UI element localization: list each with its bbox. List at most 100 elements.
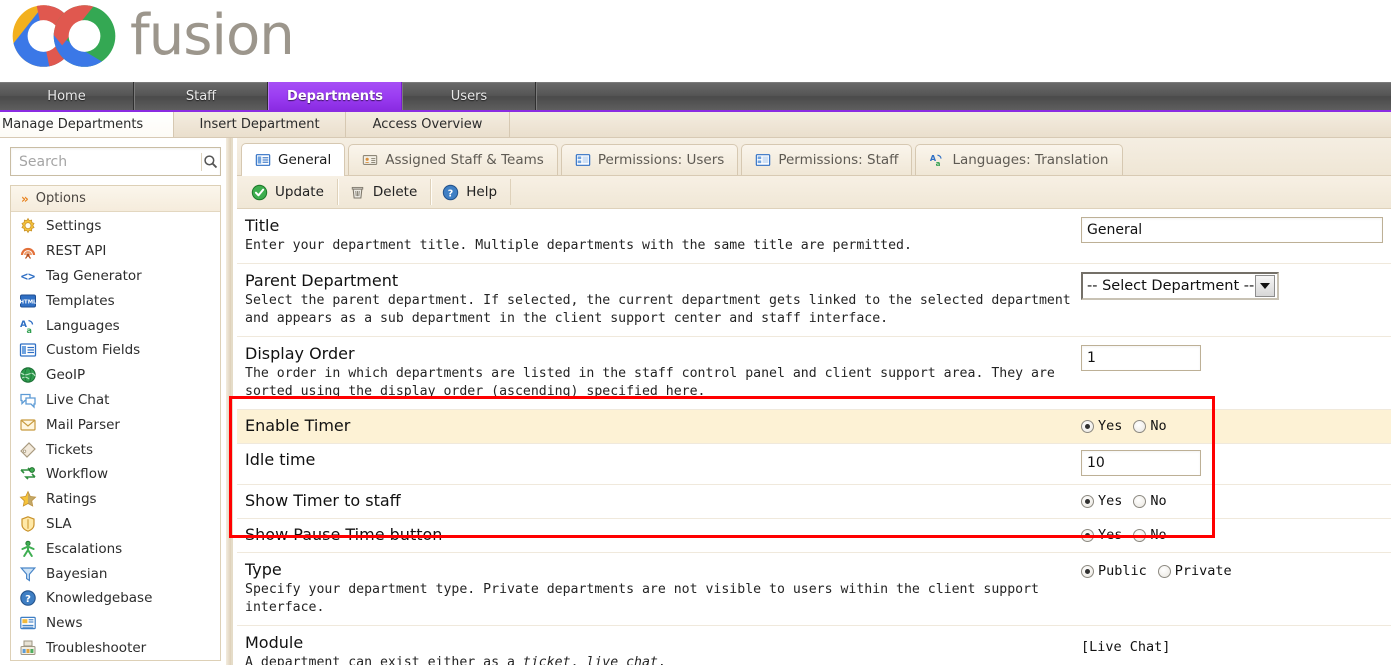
sidebar-item-tickets[interactable]: Tickets — [11, 437, 220, 462]
tab-languages-translation[interactable]: A a Languages: Translation — [915, 144, 1123, 175]
main-navigation: Home Staff Departments Users — [0, 82, 1391, 112]
field-label: Parent Department — [245, 271, 399, 290]
form-row-description: Show Pause Time button — [237, 519, 1081, 551]
idle-time-input[interactable] — [1081, 450, 1201, 476]
form-row-control: Public Private — [1081, 553, 1391, 587]
show-pause-yes[interactable]: Yes — [1081, 527, 1122, 543]
sidebar-item-mail-parser[interactable]: Mail Parser — [11, 412, 220, 437]
update-button-label: Update — [275, 184, 324, 200]
radio-unselected-icon — [1133, 419, 1147, 433]
chevron-down-icon[interactable] — [1255, 275, 1275, 297]
form-row-show-timer-to-staff: Show Timer to staff Yes No — [237, 485, 1391, 519]
subnav-item-insert-department[interactable]: Insert Department — [174, 112, 346, 137]
sidebar-item-label: SLA — [46, 515, 72, 532]
tab-assigned-staff-and-teams[interactable]: Assigned Staff & Teams — [348, 144, 558, 175]
options-panel-title: Options — [35, 191, 86, 206]
sidebar-item-bayesian[interactable]: Bayesian — [11, 561, 220, 586]
sidebar-item-tag-generator[interactable]: <> Tag Generator — [11, 264, 220, 289]
sidebar-item-label: Tickets — [46, 441, 93, 458]
field-help: A department can exist either as a ticke… — [245, 655, 666, 665]
action-toolbar: Update Delete ? Help — [237, 176, 1391, 209]
sidebar-item-live-chat[interactable]: Live Chat — [11, 388, 220, 413]
subnav-item-manage-departments[interactable]: Manage Departments — [0, 112, 174, 137]
field-label: Module — [245, 633, 304, 652]
sidebar-item-languages[interactable]: A a Languages — [11, 313, 220, 338]
form-row-idle-time: Idle time — [237, 444, 1391, 485]
update-button[interactable]: Update — [241, 179, 338, 205]
sidebar-item-escalations[interactable]: Escalations — [11, 536, 220, 561]
content-area: General Assigned Staff & Teams Permissio… — [229, 138, 1391, 665]
show-timer-no[interactable]: No — [1133, 493, 1167, 509]
form-row-show-pause-time-button: Show Pause Time button Yes No — [237, 519, 1391, 553]
title-input[interactable] — [1081, 217, 1383, 243]
rss-api-icon — [20, 248, 36, 260]
form-row-control — [1081, 337, 1391, 379]
nav-item-departments[interactable]: Departments — [268, 82, 402, 110]
sidebar-item-label: Ratings — [46, 491, 97, 508]
form-row-description: Display Order The order in which departm… — [237, 337, 1081, 409]
form-fields-icon — [19, 343, 37, 358]
form-row-title: Title Enter your department title. Multi… — [237, 209, 1391, 264]
form-row-control: -- Select Department -- — [1081, 264, 1391, 308]
nav-item-users[interactable]: Users — [402, 82, 536, 110]
radio-label: Private — [1174, 563, 1232, 579]
sidebar-item-settings[interactable]: Settings — [11, 214, 220, 239]
delete-button[interactable]: Delete — [337, 179, 432, 205]
show-timer-yes[interactable]: Yes — [1081, 493, 1122, 509]
sidebar-item-custom-fields[interactable]: Custom Fields — [11, 338, 220, 363]
options-panel-header[interactable]: » Options — [11, 186, 220, 212]
form-row-control — [1081, 444, 1391, 484]
sidebar-item-ratings[interactable]: Ratings — [11, 487, 220, 512]
sidebar-search[interactable] — [10, 147, 221, 176]
sidebar-item-label: Custom Fields — [46, 342, 141, 359]
sidebar-item-label: Bayesian — [46, 565, 108, 582]
search-input[interactable] — [11, 153, 201, 170]
field-help: Select the parent department. If selecte… — [245, 293, 1071, 326]
form-fields-icon — [255, 153, 271, 166]
sub-navigation: Manage Departments Insert Department Acc… — [0, 112, 1391, 138]
show-pause-no[interactable]: No — [1133, 527, 1167, 543]
blue-question-circle-icon: ? — [443, 184, 459, 200]
sidebar-item-label: Live Chat — [46, 391, 110, 408]
sidebar-item-sla[interactable]: SLA — [11, 512, 220, 537]
options-list: Settings REST API <> Tag Generator HTML … — [11, 212, 220, 661]
svg-text:<>: <> — [21, 269, 35, 283]
options-panel: » Options Settings REST API <> Tag Gener… — [10, 185, 221, 662]
radio-label: No — [1150, 527, 1167, 543]
sidebar-item-label: REST API — [46, 243, 107, 260]
sidebar-item-workflow[interactable]: Workflow — [11, 462, 220, 487]
radio-label: No — [1150, 493, 1167, 509]
tab-general[interactable]: General — [241, 143, 346, 176]
tab-permissions-users[interactable]: Permissions: Users — [560, 144, 739, 175]
tab-permissions-staff[interactable]: Permissions: Staff — [741, 144, 913, 175]
type-private[interactable]: Private — [1157, 563, 1232, 579]
sidebar-item-knowledgebase[interactable]: ? Knowledgebase — [11, 586, 220, 611]
type-public[interactable]: Public — [1081, 563, 1147, 579]
search-button[interactable] — [202, 148, 220, 175]
enable-timer-yes[interactable]: Yes — [1081, 418, 1122, 434]
form-row-type: Type Specify your department type. Priva… — [237, 553, 1391, 626]
nav-item-home[interactable]: Home — [0, 82, 134, 110]
department-general-form: Title Enter your department title. Multi… — [237, 209, 1391, 665]
help-button[interactable]: ? Help — [431, 179, 512, 205]
sidebar-item-troubleshooter[interactable]: Troubleshooter — [11, 636, 220, 661]
form-row-description: Title Enter your department title. Multi… — [237, 209, 1081, 263]
form-row-control — [1081, 209, 1391, 251]
sidebar-item-news[interactable]: News — [11, 611, 220, 636]
sidebar-item-rest-api[interactable]: REST API — [11, 239, 220, 264]
parent-department-select[interactable]: -- Select Department -- — [1081, 272, 1279, 300]
tab-label: Permissions: Staff — [778, 152, 899, 168]
display-order-input[interactable] — [1081, 345, 1201, 371]
radio-label: Yes — [1098, 418, 1123, 434]
delete-button-label: Delete — [372, 184, 418, 200]
question-circle-icon: ? — [20, 590, 36, 607]
sidebar-item-templates[interactable]: HTML Templates — [11, 288, 220, 313]
enable-timer-no[interactable]: No — [1133, 418, 1167, 434]
sidebar-item-geoip[interactable]: GeoIP — [11, 363, 220, 388]
subnav-item-access-overview[interactable]: Access Overview — [346, 112, 510, 137]
field-label: Enable Timer — [245, 416, 351, 435]
nav-filler — [536, 82, 1391, 110]
brand-logo[interactable]: fusion — [8, 2, 295, 70]
nav-item-staff[interactable]: Staff — [134, 82, 268, 110]
sidebar-item-label: GeoIP — [46, 367, 86, 384]
